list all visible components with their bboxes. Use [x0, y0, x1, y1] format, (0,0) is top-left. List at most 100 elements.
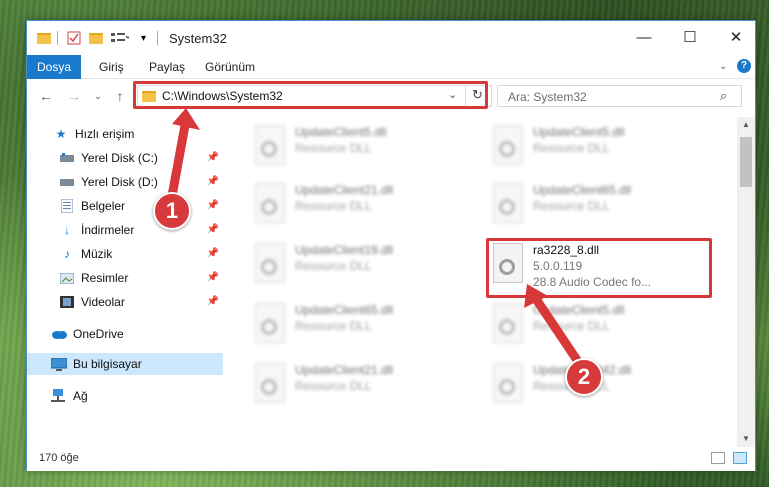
item-count: 170 öğe — [39, 452, 79, 464]
file-item[interactable]: UpdateClient5.dll Resource DLL — [247, 121, 467, 175]
sidebar-item-videos[interactable]: Videolar 📌 — [27, 291, 223, 313]
file-item[interactable]: UpdateClient19.dll Resource DLL — [247, 239, 467, 293]
title-bar: ▾ System32 — ☐ ✕ — [27, 21, 755, 55]
file-name: UpdateClient5.dll — [295, 125, 387, 139]
file-item[interactable]: UpdateClient21.dll Resource DLL — [247, 359, 467, 413]
close-button[interactable]: ✕ — [713, 21, 759, 53]
gear-icon — [499, 319, 515, 335]
address-bar-highlight — [133, 81, 488, 109]
gear-icon — [261, 259, 277, 275]
status-bar: 170 öğe — [27, 447, 755, 471]
tab-view[interactable]: Görünüm — [205, 55, 255, 79]
file-description: Resource DLL — [295, 319, 372, 333]
file-item[interactable]: UpdateClient65.dll Resource DLL — [247, 299, 467, 353]
network-icon — [51, 388, 67, 404]
sidebar-item-label: İndirmeler — [81, 223, 135, 237]
search-placeholder[interactable]: Ara: System32 — [508, 90, 587, 104]
file-name: UpdateClient5.dll — [533, 125, 625, 139]
search-box[interactable]: Ara: System32 ⌕ — [497, 85, 742, 107]
tab-home[interactable]: Giriş — [99, 55, 124, 79]
customize-toolbar-chevron-icon[interactable]: ▾ — [141, 30, 146, 46]
file-item[interactable]: UpdateClient65.dll Resource DLL — [485, 179, 705, 233]
sidebar-item-local-disk-c[interactable]: Yerel Disk (C:) 📌 — [27, 147, 223, 169]
expand-ribbon-chevron-icon[interactable]: ⌄ — [719, 55, 727, 79]
sidebar-item-pictures[interactable]: Resimler 📌 — [27, 267, 223, 289]
step-badge-2: 2 — [565, 358, 603, 396]
maximize-button[interactable]: ☐ — [667, 21, 713, 53]
file-description: Resource DLL — [533, 141, 610, 155]
new-folder-icon[interactable] — [89, 30, 103, 46]
folder-icon[interactable] — [37, 30, 51, 46]
scroll-down-arrow-icon[interactable]: ▼ — [737, 431, 755, 447]
file-description: Resource DLL — [295, 379, 372, 393]
large-icons-view-icon[interactable] — [733, 452, 747, 464]
tab-share[interactable]: Paylaş — [149, 55, 185, 79]
file-name: UpdateClient65.dll — [295, 303, 394, 317]
pin-icon[interactable]: 📌 — [207, 152, 219, 163]
gear-icon — [261, 141, 277, 157]
view-options-icon[interactable] — [111, 30, 129, 46]
file-name: UpdateClient21.dll — [295, 363, 394, 377]
minimize-button[interactable]: — — [621, 21, 667, 53]
sidebar-item-label: Yerel Disk (C:) — [81, 151, 158, 165]
pin-icon[interactable]: 📌 — [207, 176, 219, 187]
sidebar-item-quick-access[interactable]: ★ Hızlı erişim — [27, 123, 223, 145]
recent-locations-chevron-icon[interactable]: ⌄ — [89, 87, 107, 105]
up-button[interactable]: ↑ — [111, 87, 129, 105]
sidebar-item-label: Ağ — [73, 389, 88, 403]
sidebar-item-label: Resimler — [81, 271, 129, 285]
navigation-pane: ★ Hızlı erişim Yerel Disk (C:) 📌 Yerel D… — [27, 117, 223, 447]
file-description: Resource DLL — [533, 319, 610, 333]
tab-file[interactable]: Dosya — [27, 55, 81, 79]
pin-icon[interactable]: 📌 — [207, 296, 219, 307]
file-item[interactable]: UpdateClient21.dll Resource DLL — [247, 179, 467, 233]
sidebar-item-label: OneDrive — [73, 327, 124, 341]
gear-icon — [499, 379, 515, 395]
file-item[interactable]: UpdateClient5.dll Resource DLL — [485, 299, 705, 353]
sidebar-item-music[interactable]: ♪ Müzik 📌 — [27, 243, 223, 265]
pin-icon[interactable]: 📌 — [207, 272, 219, 283]
drive-icon — [59, 174, 75, 190]
back-button[interactable]: ← — [37, 87, 55, 105]
sidebar-item-documents[interactable]: Belgeler 📌 — [27, 195, 223, 217]
sidebar-item-downloads[interactable]: ↓ İndirmeler 📌 — [27, 219, 223, 241]
sidebar-item-label: Bu bilgisayar — [73, 357, 142, 371]
file-description: Resource DLL — [295, 259, 372, 273]
scroll-up-arrow-icon[interactable]: ▲ — [737, 117, 755, 133]
scroll-thumb[interactable] — [740, 137, 752, 187]
file-item[interactable]: UpdateClient5.dll Resource DLL — [485, 121, 705, 175]
sidebar-item-label: Müzik — [81, 247, 113, 261]
sidebar-item-network[interactable]: Ağ — [27, 385, 223, 407]
gear-icon — [261, 199, 277, 215]
details-view-icon[interactable] — [711, 452, 725, 464]
properties-icon[interactable] — [67, 30, 81, 46]
search-icon[interactable]: ⌕ — [720, 88, 727, 104]
drive-icon — [59, 150, 75, 166]
file-description: Resource DLL — [295, 199, 372, 213]
sidebar-item-local-disk-d[interactable]: Yerel Disk (D:) 📌 — [27, 171, 223, 193]
help-icon[interactable]: ? — [737, 59, 751, 73]
sidebar-item-onedrive[interactable]: OneDrive — [27, 323, 223, 345]
file-description: Resource DLL — [533, 199, 610, 213]
pictures-icon — [59, 270, 75, 286]
star-icon: ★ — [55, 127, 67, 141]
pin-icon[interactable]: 📌 — [207, 200, 219, 211]
ribbon-tabs: Dosya Giriş Paylaş Görünüm ⌄ ? — [27, 55, 755, 79]
gear-icon — [261, 319, 277, 335]
pin-icon[interactable]: 📌 — [207, 224, 219, 235]
pin-icon[interactable]: 📌 — [207, 248, 219, 259]
music-icon: ♪ — [64, 247, 70, 261]
file-highlight — [486, 238, 712, 298]
vertical-scrollbar[interactable]: ▲ ▼ — [737, 117, 755, 447]
computer-icon — [51, 356, 67, 372]
forward-button[interactable]: → — [65, 87, 83, 105]
gear-icon — [499, 199, 515, 215]
videos-icon — [59, 294, 75, 310]
sidebar-item-this-pc[interactable]: Bu bilgisayar — [27, 353, 223, 375]
sidebar-item-label: Hızlı erişim — [75, 127, 135, 141]
documents-icon — [59, 198, 75, 214]
step-badge-1: 1 — [153, 192, 191, 230]
gear-icon — [499, 141, 515, 157]
sidebar-item-label: Yerel Disk (D:) — [81, 175, 158, 189]
file-description: Resource DLL — [295, 141, 372, 155]
